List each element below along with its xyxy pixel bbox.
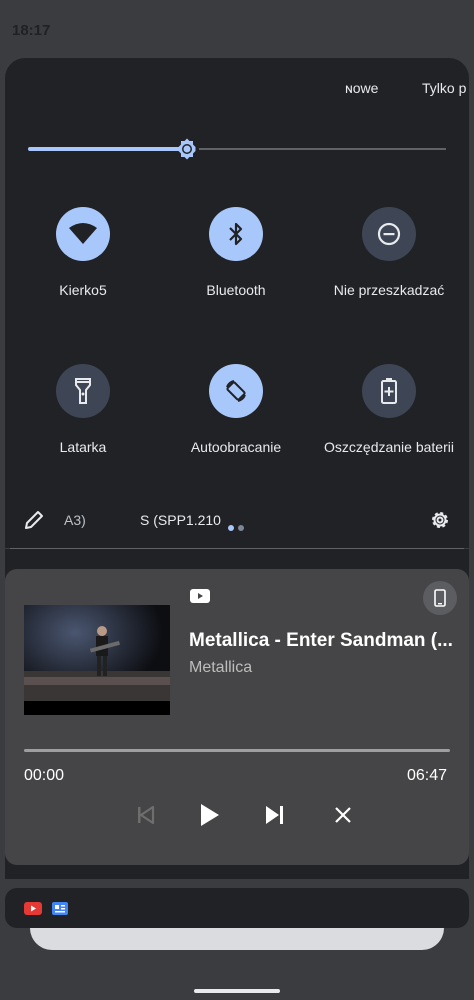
total-duration: 06:47	[407, 767, 448, 784]
tile-bluetooth-button[interactable]	[209, 207, 263, 261]
auto-rotate-icon	[226, 380, 246, 402]
header-text-2: Tylko p	[422, 80, 467, 96]
tile-bluetooth[interactable]: Bluetooth	[161, 207, 311, 299]
battery-saver-icon	[381, 378, 397, 404]
settings-gear-icon[interactable]	[429, 509, 451, 536]
tile-dnd-label: Nie przeszkadzać	[333, 282, 445, 298]
tile-battery-saver-label: Oszczędzanie baterii	[324, 439, 454, 455]
page-dot-active	[228, 525, 234, 531]
output-device-button[interactable]	[423, 581, 457, 615]
youtube-icon	[24, 902, 42, 920]
tile-dnd-button[interactable]	[362, 207, 416, 261]
brightness-track	[199, 148, 446, 150]
page-indicator	[228, 518, 248, 536]
dismiss-button[interactable]	[326, 798, 360, 832]
gesture-nav-handle[interactable]	[194, 989, 280, 993]
media-seekbar[interactable]	[24, 749, 450, 752]
quick-settings-footer: A3) S (SPP1.210	[0, 505, 474, 535]
tile-wifi-label: Kierko5	[59, 282, 107, 298]
media-artist: Metallica	[189, 659, 253, 676]
previous-button[interactable]	[128, 798, 162, 832]
tile-wifi[interactable]: Kierko5	[8, 207, 158, 299]
tile-flashlight[interactable]: Latarka	[8, 364, 158, 456]
tile-dnd[interactable]: Nie przeszkadzać	[314, 207, 464, 299]
tile-autorotate-label: Autoobracanie	[190, 439, 282, 455]
do-not-disturb-icon	[377, 222, 401, 246]
page-dot	[238, 525, 244, 531]
header-text-1: ɴowe	[345, 80, 379, 96]
play-icon	[201, 804, 219, 826]
bluetooth-icon	[229, 222, 243, 246]
next-icon	[266, 806, 283, 824]
previous-icon	[138, 805, 155, 825]
media-title: Metallica - Enter Sandman (...	[189, 630, 453, 651]
status-bar	[0, 0, 474, 56]
build-text-left: A3)	[64, 512, 86, 528]
tile-wifi-button[interactable]	[56, 207, 110, 261]
brightness-thumb-icon[interactable]	[175, 137, 199, 161]
tile-flashlight-label: Latarka	[59, 439, 107, 455]
status-time: 18:17	[12, 22, 51, 39]
notification-icons-strip[interactable]	[5, 888, 469, 928]
edit-icon[interactable]	[24, 510, 44, 535]
tile-autorotate[interactable]: Autoobracanie	[161, 364, 311, 456]
tile-autorotate-button[interactable]	[209, 364, 263, 418]
build-text-right: S (SPP1.210	[140, 512, 221, 528]
flashlight-icon	[75, 378, 91, 404]
play-button[interactable]	[192, 798, 226, 832]
tile-flashlight-button[interactable]	[56, 364, 110, 418]
elapsed-time: 00:00	[24, 767, 65, 784]
home-search-bar[interactable]	[30, 928, 444, 950]
google-news-icon	[52, 902, 68, 920]
quick-settings-panel	[5, 58, 469, 548]
phone-icon	[434, 589, 446, 607]
tile-bluetooth-label: Bluetooth	[206, 282, 266, 298]
next-button[interactable]	[258, 798, 292, 832]
brightness-fill	[28, 147, 187, 151]
tile-battery-saver-button[interactable]	[362, 364, 416, 418]
brightness-slider[interactable]	[28, 137, 446, 161]
close-icon	[335, 807, 351, 823]
album-art	[24, 605, 170, 715]
youtube-icon	[190, 589, 210, 608]
wifi-icon	[69, 223, 97, 244]
quick-settings-header: ɴowe Tylko p	[0, 80, 474, 100]
tile-battery-saver[interactable]: Oszczędzanie baterii	[314, 364, 464, 456]
